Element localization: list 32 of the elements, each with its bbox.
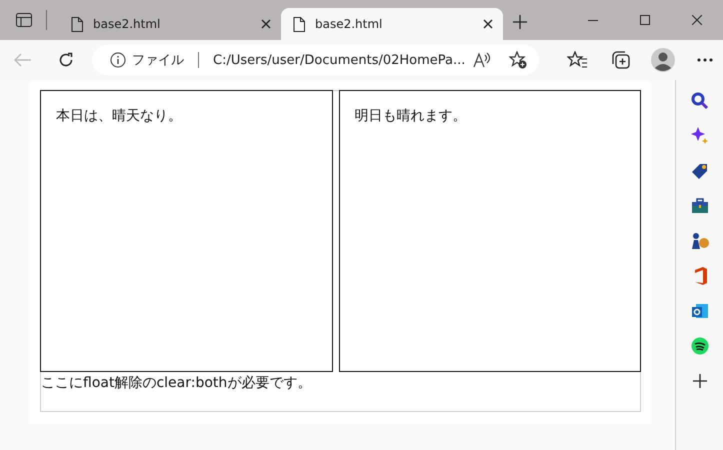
collections-icon[interactable] xyxy=(611,51,631,69)
close-icon[interactable] xyxy=(692,15,702,25)
close-icon[interactable] xyxy=(261,19,271,29)
float-box: 明日も晴れます。 xyxy=(338,90,641,372)
browser-tab[interactable]: base2.html xyxy=(59,8,281,40)
tag-icon[interactable] xyxy=(690,162,708,180)
info-icon xyxy=(110,52,126,68)
page-icon[interactable] xyxy=(71,16,83,32)
game-pieces-icon[interactable] xyxy=(690,232,708,250)
mail-icon[interactable] xyxy=(690,302,708,320)
note-text: ここにfloat解除のclear:bothが必要です。 xyxy=(41,374,312,392)
more-icon[interactable] xyxy=(697,58,713,62)
read-aloud-icon[interactable] xyxy=(473,52,491,68)
page-icon[interactable] xyxy=(293,16,305,32)
search-icon[interactable] xyxy=(690,92,708,110)
refresh-icon[interactable] xyxy=(58,52,74,68)
new-tab-icon[interactable] xyxy=(513,15,527,29)
url-text: C:/Users/user/Documents/02HomePa... xyxy=(213,52,466,68)
maximize-icon[interactable] xyxy=(640,15,650,25)
sparkle-icon[interactable] xyxy=(690,127,708,145)
favorite-add-icon[interactable] xyxy=(509,51,527,69)
plus-icon[interactable] xyxy=(690,372,708,390)
browser-tab[interactable]: base2.html xyxy=(281,8,503,40)
scheme-label: ファイル xyxy=(132,52,184,69)
toolbox-icon[interactable] xyxy=(690,197,708,215)
favorites-icon[interactable] xyxy=(567,51,587,69)
close-icon[interactable] xyxy=(483,19,493,29)
address-bar[interactable]: ファイル C:/Users/user/Documents/02HomePa... xyxy=(92,45,539,75)
avatar-icon[interactable] xyxy=(651,48,675,72)
music-icon[interactable] xyxy=(690,337,708,355)
float-box: 本日は、晴天なり。 xyxy=(40,90,333,372)
tab-actions-icon[interactable] xyxy=(16,13,32,27)
